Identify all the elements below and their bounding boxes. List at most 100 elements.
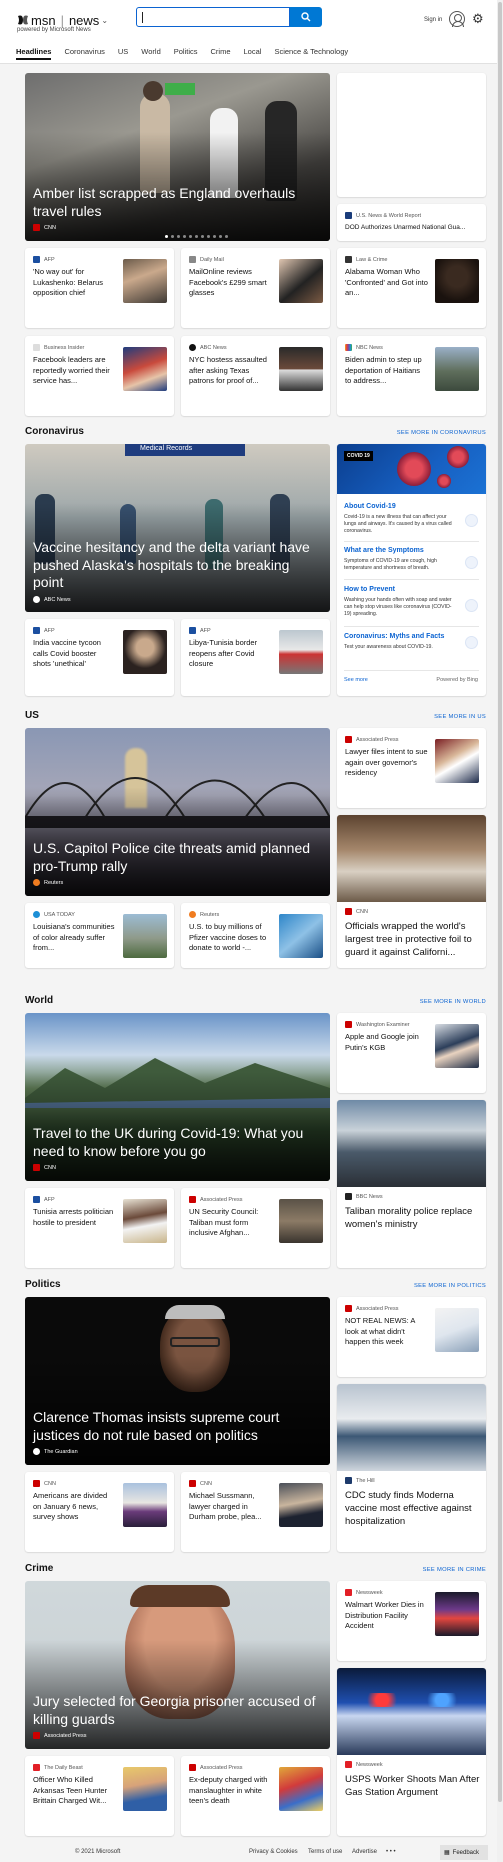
news-card-large[interactable]: BBC News Taliban morality police replace… bbox=[337, 1100, 486, 1268]
news-card[interactable]: AFP Tunisia arrests politician hostile t… bbox=[25, 1188, 174, 1268]
news-card[interactable]: Business Insider Facebook leaders are re… bbox=[25, 336, 174, 416]
news-card[interactable]: Associated Press NOT REAL NEWS: A look a… bbox=[337, 1297, 486, 1377]
news-card[interactable]: Newsweek Walmart Worker Dies in Distribu… bbox=[337, 1581, 486, 1661]
see-more-coronavirus-link[interactable]: SEE MORE IN CORONAVIRUS bbox=[397, 430, 486, 436]
article-title[interactable]: Apple and Google join Putin's KGB bbox=[345, 1032, 428, 1053]
nav-politics[interactable]: Politics bbox=[174, 44, 198, 60]
news-card[interactable]: CNN Michael Sussmann, lawyer charged in … bbox=[181, 1472, 330, 1552]
covid-info-card[interactable]: COVID 19 About Covid-19 Covid-19 is a ne… bbox=[337, 444, 486, 696]
headline-side-card[interactable]: U.S. News & World Report DOD Authorizes … bbox=[337, 204, 486, 241]
article-title[interactable]: 'No way out' for Lukashenko: Belarus opp… bbox=[33, 267, 116, 299]
covid-prevent-heading[interactable]: How to Prevent bbox=[344, 586, 395, 593]
privacy-link[interactable]: Privacy & Cookies bbox=[249, 1849, 298, 1855]
hero-title[interactable]: Clarence Thomas insists supreme court ju… bbox=[33, 1409, 320, 1444]
carousel-dot[interactable] bbox=[171, 235, 174, 238]
covid-myths-heading[interactable]: Coronavirus: Myths and Facts bbox=[344, 633, 444, 640]
news-card[interactable]: Reuters U.S. to buy millions of Pfizer v… bbox=[181, 903, 330, 968]
article-title[interactable]: UN Security Council: Taliban must form i… bbox=[189, 1207, 272, 1239]
see-more-us-link[interactable]: SEE MORE IN US bbox=[434, 714, 486, 720]
nav-crime[interactable]: Crime bbox=[211, 44, 231, 60]
carousel-dot[interactable] bbox=[183, 235, 186, 238]
news-menu-label[interactable]: news bbox=[69, 13, 99, 28]
covid-about-heading[interactable]: About Covid-19 bbox=[344, 503, 396, 510]
headline-hero-card[interactable]: Amber list scrapped as England overhauls… bbox=[25, 73, 330, 241]
news-card[interactable]: Associated Press Lawyer files intent to … bbox=[337, 728, 486, 808]
scrollbar[interactable] bbox=[497, 0, 503, 1862]
news-card[interactable]: Daily Mail MailOnline reviews Facebook's… bbox=[181, 248, 330, 328]
article-title[interactable]: NYC hostess assaulted after asking Texas… bbox=[189, 355, 272, 387]
coronavirus-hero-card[interactable]: Medical Records Vaccine hesitancy and th… bbox=[25, 444, 330, 612]
article-title[interactable]: Lawyer files intent to sue again over go… bbox=[345, 747, 428, 779]
news-card[interactable]: NBC News Biden admin to step up deportat… bbox=[337, 336, 486, 416]
news-card[interactable]: Washington Examiner Apple and Google joi… bbox=[337, 1013, 486, 1093]
article-title[interactable]: NOT REAL NEWS: A look at what didn't hap… bbox=[345, 1316, 428, 1348]
news-card-large[interactable]: The Hill CDC study finds Moderna vaccine… bbox=[337, 1384, 486, 1552]
chevron-down-icon[interactable]: ⌄ bbox=[101, 16, 108, 25]
article-title[interactable]: Americans are divided on January 6 news,… bbox=[33, 1491, 116, 1523]
article-title[interactable]: Walmart Worker Dies in Distribution Faci… bbox=[345, 1600, 428, 1632]
nav-coronavirus[interactable]: Coronavirus bbox=[64, 44, 104, 60]
feedback-button[interactable]: ▦ Feedback bbox=[440, 1845, 488, 1860]
nav-world[interactable]: World bbox=[141, 44, 160, 60]
crime-hero-card[interactable]: Jury selected for Georgia prisoner accus… bbox=[25, 1581, 330, 1749]
article-title[interactable]: MailOnline reviews Facebook's £299 smart… bbox=[189, 267, 272, 299]
carousel-dot[interactable] bbox=[195, 235, 198, 238]
news-card[interactable]: CNN Americans are divided on January 6 n… bbox=[25, 1472, 174, 1552]
nav-headlines[interactable]: Headlines bbox=[16, 44, 52, 60]
carousel-dots[interactable] bbox=[165, 235, 231, 238]
article-title[interactable]: Facebook leaders are reportedly worried … bbox=[33, 355, 116, 387]
article-title[interactable]: Officials wrapped the world's largest tr… bbox=[345, 920, 480, 959]
search-button[interactable] bbox=[290, 7, 322, 27]
carousel-dot[interactable] bbox=[213, 235, 216, 238]
news-card-large[interactable]: CNN Officials wrapped the world's larges… bbox=[337, 815, 486, 968]
article-title[interactable]: CDC study finds Moderna vaccine most eff… bbox=[345, 1489, 480, 1528]
nav-us[interactable]: US bbox=[118, 44, 128, 60]
search-input[interactable] bbox=[136, 7, 290, 27]
article-title[interactable]: Ex-deputy charged with manslaughter in w… bbox=[189, 1775, 272, 1807]
carousel-dot[interactable] bbox=[225, 235, 228, 238]
nav-local[interactable]: Local bbox=[244, 44, 262, 60]
news-card[interactable]: ABC News NYC hostess assaulted after ask… bbox=[181, 336, 330, 416]
hero-title[interactable]: Jury selected for Georgia prisoner accus… bbox=[33, 1693, 320, 1728]
hero-title[interactable]: Travel to the UK during Covid-19: What y… bbox=[33, 1125, 320, 1160]
article-title[interactable]: Tunisia arrests politician hostile to pr… bbox=[33, 1207, 116, 1228]
carousel-dot[interactable] bbox=[201, 235, 204, 238]
article-title[interactable]: Michael Sussmann, lawyer charged in Durh… bbox=[189, 1491, 272, 1523]
see-more-crime-link[interactable]: SEE MORE IN CRIME bbox=[423, 1567, 486, 1573]
covid-see-more-link[interactable]: See more bbox=[344, 677, 368, 683]
carousel-dot[interactable] bbox=[189, 235, 192, 238]
nav-science-technology[interactable]: Science & Technology bbox=[274, 44, 348, 60]
see-more-world-link[interactable]: SEE MORE IN WORLD bbox=[420, 999, 486, 1005]
politics-hero-card[interactable]: Clarence Thomas insists supreme court ju… bbox=[25, 1297, 330, 1465]
avatar-icon[interactable] bbox=[449, 11, 465, 27]
hero-title[interactable]: U.S. Capitol Police cite threats amid pl… bbox=[33, 840, 320, 875]
hero-title[interactable]: Amber list scrapped as England overhauls… bbox=[33, 185, 320, 220]
news-card[interactable]: AFP Libya-Tunisia border reopens after C… bbox=[181, 619, 330, 696]
news-card[interactable]: The Daily Beast Officer Who Killed Arkan… bbox=[25, 1756, 174, 1836]
news-card[interactable]: Associated Press UN Security Council: Ta… bbox=[181, 1188, 330, 1268]
carousel-dot[interactable] bbox=[177, 235, 180, 238]
more-options-icon[interactable]: • • • bbox=[386, 1849, 396, 1855]
carousel-dot[interactable] bbox=[165, 235, 168, 238]
world-hero-card[interactable]: Travel to the UK during Covid-19: What y… bbox=[25, 1013, 330, 1181]
news-card[interactable]: Law & Crime Alabama Woman Who 'Confronte… bbox=[337, 248, 486, 328]
news-card[interactable]: AFP 'No way out' for Lukashenko: Belarus… bbox=[25, 248, 174, 328]
news-card[interactable]: USA TODAY Louisiana's communities of col… bbox=[25, 903, 174, 968]
carousel-dot[interactable] bbox=[219, 235, 222, 238]
article-title[interactable]: Louisiana's communities of color already… bbox=[33, 922, 116, 954]
article-title[interactable]: Taliban morality police replace women's … bbox=[345, 1205, 480, 1231]
advertise-link[interactable]: Advertise bbox=[352, 1849, 377, 1855]
gear-icon[interactable]: ⚙ bbox=[472, 12, 484, 26]
news-card[interactable]: Associated Press Ex-deputy charged with … bbox=[181, 1756, 330, 1836]
article-title[interactable]: India vaccine tycoon calls Covid booster… bbox=[33, 638, 116, 670]
hero-title[interactable]: Vaccine hesitancy and the delta variant … bbox=[33, 539, 320, 592]
article-title[interactable]: Biden admin to step up deportation of Ha… bbox=[345, 355, 428, 387]
us-hero-card[interactable]: U.S. Capitol Police cite threats amid pl… bbox=[25, 728, 330, 896]
article-title[interactable]: Alabama Woman Who 'Confronted' and Got i… bbox=[345, 267, 428, 299]
article-title[interactable]: USPS Worker Shoots Man After Gas Station… bbox=[345, 1773, 480, 1799]
terms-link[interactable]: Terms of use bbox=[308, 1849, 342, 1855]
article-title[interactable]: DOD Authorizes Unarmed National Gua... bbox=[345, 223, 480, 234]
news-card-large[interactable]: Newsweek USPS Worker Shoots Man After Ga… bbox=[337, 1668, 486, 1836]
article-title[interactable]: U.S. to buy millions of Pfizer vaccine d… bbox=[189, 922, 272, 954]
carousel-dot[interactable] bbox=[207, 235, 210, 238]
